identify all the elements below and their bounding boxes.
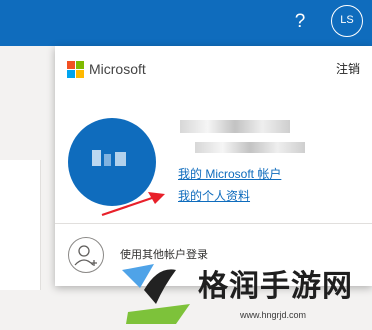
sign-out-link[interactable]: 注销	[336, 61, 360, 77]
top-header-bar: ? LS	[0, 0, 372, 46]
microsoft-logo-icon	[67, 61, 84, 78]
panel-divider	[55, 223, 372, 224]
add-account-icon[interactable]	[68, 237, 104, 273]
account-avatar-button[interactable]: LS	[331, 5, 363, 37]
annotation-arrow-icon	[101, 192, 165, 217]
background-card	[0, 160, 41, 290]
watermark-logo-icon	[122, 264, 190, 324]
watermark-title: 格润手游网	[198, 270, 353, 303]
help-button[interactable]: ?	[290, 9, 310, 35]
watermark-url: www.hngrjd.com	[240, 310, 307, 320]
my-profile-link[interactable]: 我的个人资料	[178, 188, 250, 204]
account-manager-panel: Microsoft 注销 我的 Microsoft 帐户 我的个人资料 使用其他…	[55, 46, 372, 286]
brand-name: Microsoft	[89, 61, 146, 77]
my-microsoft-account-link[interactable]: 我的 Microsoft 帐户	[178, 166, 281, 182]
redacted-user-email	[195, 142, 305, 153]
redacted-user-name	[180, 120, 290, 133]
